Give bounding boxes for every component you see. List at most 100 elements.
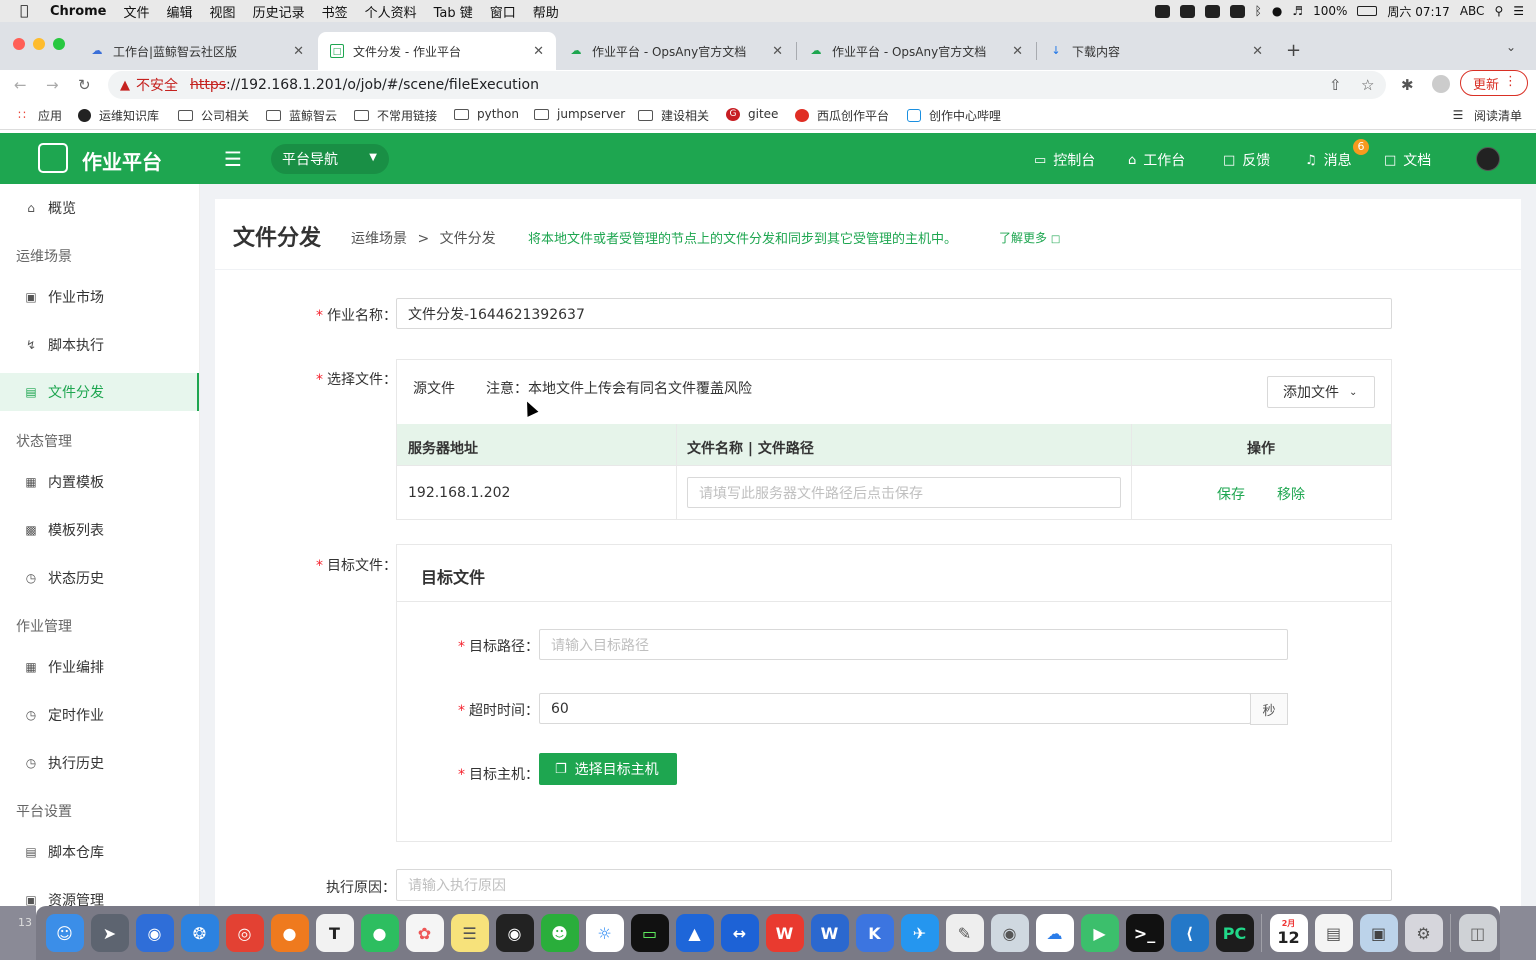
terminal-ext-icon[interactable]: ▭ [630, 914, 669, 952]
tab-close-icon[interactable]: ✕ [1012, 44, 1023, 59]
feishu-icon[interactable]: ◉ [135, 914, 174, 952]
sidebar-item-exec-history[interactable]: ◷ 执行历史 [0, 744, 199, 782]
spotlight-icon[interactable]: ⚲ [1494, 4, 1503, 18]
tab-downloads[interactable]: ↓ 下载内容 ✕ [1037, 32, 1275, 70]
select-target-host-button[interactable]: ❐ 选择目标主机 [539, 753, 677, 785]
typora-icon[interactable]: T [315, 914, 354, 952]
bookmark-reading-list[interactable]: ☰ 阅读清单 [1450, 107, 1522, 124]
lark-icon[interactable]: ▲ [675, 914, 714, 952]
tab-opsany-docs-2[interactable]: ☁ 作业平台 - OpsAny官方文档 ✕ [797, 32, 1035, 70]
tab-file-execution[interactable]: □ 文件分发 - 作业平台 ✕ [318, 32, 556, 70]
sidebar-item-state-history[interactable]: ◷ 状态历史 [0, 559, 199, 597]
tab-search-icon[interactable]: ⌄ [1506, 40, 1516, 54]
sidebar-item-script-repo[interactable]: ▤ 脚本仓库 [0, 833, 199, 871]
menu-history[interactable]: 历史记录 [253, 2, 305, 21]
omnibox[interactable]: ▲ 不安全 https ://192.168.1.201/o/job/#/sce… [108, 71, 1386, 99]
menu-help[interactable]: 帮助 [533, 2, 559, 21]
evernote-icon[interactable]: ● [360, 914, 399, 952]
textedit-icon[interactable]: ▤ [1314, 914, 1353, 952]
sidebar-item-script-exec[interactable]: ↯ 脚本执行 [0, 326, 199, 364]
chrome-icon[interactable]: ◎ [225, 914, 264, 952]
safari-icon[interactable]: ❂ [180, 914, 219, 952]
calendar-icon[interactable]: 2月 12 [1269, 914, 1308, 952]
window-minimize-button[interactable] [33, 38, 45, 50]
bookmark-xigua[interactable]: 西瓜创作平台 [795, 107, 889, 124]
timeout-input[interactable]: 60 [539, 693, 1251, 724]
forward-icon[interactable]: → [46, 76, 59, 94]
sidebar-item-job-market[interactable]: ▣ 作业市场 [0, 278, 199, 316]
dingtalk-icon[interactable]: ☼ [585, 914, 624, 952]
tab-close-icon[interactable]: ✕ [293, 44, 304, 59]
back-icon[interactable]: ← [14, 76, 27, 94]
tab-close-icon[interactable]: ✕ [772, 44, 783, 59]
menu-bookmarks[interactable]: 书签 [322, 2, 348, 21]
share-icon[interactable]: ⇧ [1329, 76, 1342, 94]
menu-tab[interactable]: Tab 键 [434, 2, 473, 21]
bluetooth-icon[interactable]: ᛒ [1255, 4, 1262, 18]
update-button[interactable]: 更新 ⋮ [1460, 70, 1528, 96]
qq-icon[interactable]: ◉ [495, 914, 534, 952]
nav-messages[interactable]: ♫ 消息 [1305, 150, 1352, 170]
menu-file[interactable]: 文件 [124, 2, 150, 21]
insecure-label[interactable]: 不安全 [136, 75, 178, 95]
wechat-icon[interactable]: ☻ [540, 914, 579, 952]
bookmark-ops-kb[interactable]: 运维知识库 [78, 107, 159, 124]
sidebar-item-file-distribution[interactable]: ▤ 文件分发 [0, 373, 199, 411]
extensions-icon[interactable]: ✱ [1401, 76, 1414, 94]
mail-icon[interactable]: ✈ [900, 914, 939, 952]
sidebar-item-job-orchestration[interactable]: ▦ 作业编排 [0, 648, 199, 686]
tab-close-icon[interactable]: ✕ [1252, 44, 1263, 59]
bookmark-folder-build[interactable]: 建设相关 [638, 107, 709, 124]
finder-icon[interactable]: ☺ [45, 914, 84, 952]
volume-icon[interactable]: ♬ [1292, 4, 1303, 18]
teamviewer-icon[interactable]: ↔ [720, 914, 759, 952]
tab-close-icon[interactable]: ✕ [533, 44, 544, 59]
status-screen-icon[interactable] [1229, 4, 1245, 18]
word-icon[interactable]: W [810, 914, 849, 952]
wps-icon[interactable]: W [765, 914, 804, 952]
target-path-input[interactable]: 请输入目标路径 [539, 629, 1288, 660]
bookmark-folder-jumpserver[interactable]: jumpserver [534, 107, 625, 121]
instruments-icon[interactable]: ◉ [990, 914, 1029, 952]
profile-icon[interactable] [1432, 75, 1450, 93]
bookmark-folder-rare[interactable]: 不常用链接 [354, 107, 437, 124]
status-wechat-icon[interactable] [1179, 4, 1195, 18]
tencent-video-icon[interactable]: ▶ [1080, 914, 1119, 952]
breadcrumb-item[interactable]: 运维场景 [351, 231, 407, 247]
job-name-input[interactable]: 文件分发-1644621392637 [396, 298, 1392, 329]
nav-workbench[interactable]: ⌂ 工作台 [1128, 150, 1185, 170]
status-app-icon[interactable] [1154, 4, 1170, 18]
firefox-icon[interactable]: ● [270, 914, 309, 952]
sidebar-item-scheduled-jobs[interactable]: ◷ 定时作业 [0, 696, 199, 734]
vscode-icon[interactable]: ⟨ [1170, 914, 1209, 952]
reason-input[interactable]: 请输入执行原因 [396, 869, 1392, 901]
avatar[interactable] [1476, 147, 1500, 171]
bookmark-star-icon[interactable]: ☆ [1361, 76, 1374, 94]
menu-view[interactable]: 视图 [210, 2, 236, 21]
nav-console[interactable]: ▭ 控制台 [1034, 150, 1095, 170]
notes-icon[interactable]: ☰ [450, 914, 489, 952]
tab-opsany-docs-1[interactable]: ☁ 作业平台 - OpsAny官方文档 ✕ [557, 32, 795, 70]
bookmark-folder-bluking[interactable]: 蓝鲸智云 [266, 107, 337, 124]
window-zoom-button[interactable] [53, 38, 65, 50]
wifi-icon[interactable]: ● [1272, 4, 1282, 18]
learn-more-link[interactable]: 了解更多 □ [999, 229, 1060, 246]
reload-icon[interactable]: ↻ [78, 76, 91, 94]
bookmark-folder-python[interactable]: python [454, 107, 519, 121]
launchpad-icon[interactable]: ➤ [90, 914, 129, 952]
kk-icon[interactable]: K [855, 914, 894, 952]
nav-docs[interactable]: □ 文档 [1384, 150, 1431, 170]
photos-icon[interactable]: ✿ [405, 914, 444, 952]
sidebar-item-resource-mgmt[interactable]: ▣ 资源管理 [0, 881, 199, 906]
input-method[interactable]: ABC [1460, 4, 1485, 18]
tab-workbench[interactable]: ☁ 工作台|蓝鲸智云社区版 ✕ [78, 32, 316, 70]
trash-icon[interactable]: ◫ [1458, 914, 1497, 952]
terminal-icon[interactable]: >_ [1125, 914, 1164, 952]
launch-icon[interactable]: ⚙ [1404, 914, 1443, 952]
nav-feedback[interactable]: □ 反馈 [1223, 150, 1270, 170]
notes2-icon[interactable]: ✎ [945, 914, 984, 952]
remove-button[interactable]: 移除 [1277, 484, 1305, 504]
bookmark-apps[interactable]: ∷ 应用 [14, 107, 62, 124]
apple-icon[interactable]:  [20, 4, 38, 18]
preview-icon[interactable]: ▣ [1359, 914, 1398, 952]
